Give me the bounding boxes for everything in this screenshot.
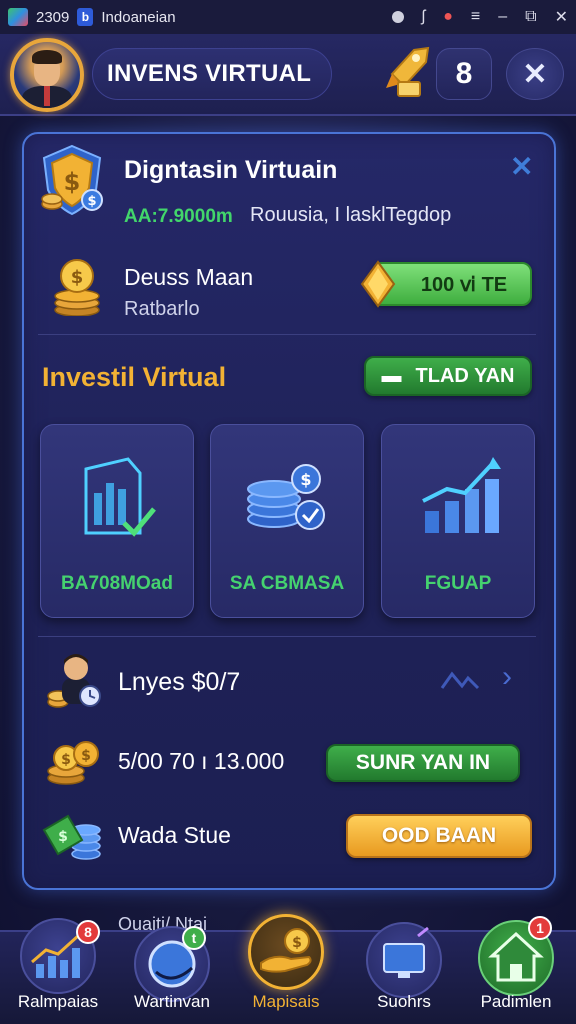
panel-close-button[interactable]: ✕ — [510, 150, 533, 183]
tile-label: SA CBMASA — [229, 573, 345, 594]
app-header: INVENS VIRTUAL 8 ✕ — [0, 34, 576, 116]
gem-icon — [360, 260, 396, 308]
menu-icon[interactable]: ≡ — [471, 8, 480, 26]
status-time: 2309 — [36, 8, 70, 26]
svg-text:$: $ — [292, 935, 302, 951]
money-hand-icon: $ — [260, 928, 312, 973]
nav-label: Padimlen — [480, 992, 552, 1011]
balance-button-label: 100 ⅵ TE — [420, 273, 508, 296]
gold-coins-icon: $ $ — [47, 741, 99, 785]
list-row-label: Lnyes $0/7 — [118, 668, 241, 696]
signal-icon: ʃ — [421, 8, 426, 25]
avatar-hair — [32, 50, 62, 64]
status-bar: 2309 b Indoaneian ʃ ● ≡ – ⧉ ✕ — [0, 0, 576, 34]
close-icon[interactable]: ✕ — [555, 7, 568, 27]
section-button[interactable]: ▬ TLAD YAN — [364, 356, 532, 396]
tile-portfolio[interactable]: BA708MOad — [40, 424, 194, 618]
svg-text:$: $ — [64, 168, 81, 196]
avatar-tie — [44, 86, 50, 106]
tile-growth[interactable]: FGUAP — [381, 424, 535, 618]
tile-savings[interactable]: $ SA CBMASA — [210, 424, 364, 618]
card-description: Rouusia, I lasklTegdop — [250, 204, 452, 226]
cash-stack-icon: $ — [42, 814, 101, 860]
app-logo-icon — [8, 8, 28, 26]
nav-monitor-button[interactable] — [366, 922, 442, 998]
count-button[interactable]: 8 — [436, 48, 492, 100]
nav-label: Mapisais — [252, 992, 320, 1011]
investor-avatar-icon — [47, 654, 101, 708]
window-icon[interactable]: ⧉ — [525, 8, 536, 26]
list-row-button[interactable]: OOD BAAN — [346, 814, 532, 858]
header-close-button[interactable]: ✕ — [506, 48, 564, 100]
nav-label: Wartinvan — [134, 992, 210, 1011]
card-amount: AA:7.9000m — [124, 206, 233, 227]
document-chart-icon — [84, 457, 156, 537]
nav-main-button[interactable]: $ — [248, 914, 324, 990]
divider — [38, 636, 536, 637]
list-row-button[interactable]: SUNR YAN IN — [326, 744, 520, 782]
shield-coin-icon: $ $ — [41, 144, 103, 216]
trend-line-icon — [440, 671, 480, 690]
settings-icon[interactable] — [391, 11, 404, 23]
page-title: INVENS VIRTUAL — [92, 48, 332, 100]
nav-badge: t — [182, 926, 206, 950]
coins-check-icon: $ — [247, 464, 325, 530]
svg-text:$: $ — [87, 194, 96, 209]
browser-icon: b — [77, 8, 94, 26]
card-title: Digntasin Virtuain — [124, 156, 338, 184]
nav-label: Ralmpaias — [17, 992, 99, 1011]
growth-chart-icon — [422, 457, 501, 533]
balance-sub: Ratbarlo — [124, 298, 200, 320]
avatar[interactable] — [10, 38, 84, 112]
arrow-right-icon: ▬ — [381, 364, 402, 387]
tile-label: BA708MOad — [61, 573, 173, 594]
monitor-icon — [383, 926, 429, 978]
svg-text:$: $ — [58, 829, 68, 845]
tile-label: FGUAP — [424, 573, 492, 594]
notification-icon[interactable]: ● — [443, 8, 453, 26]
rocket-icon[interactable] — [384, 44, 434, 100]
minimize-icon[interactable]: – — [498, 8, 507, 26]
list-row-label: Wada Stue — [118, 822, 231, 848]
chevron-right-icon[interactable]: › — [502, 660, 512, 694]
svg-text:$: $ — [300, 470, 311, 489]
section-title: Investil Virtual — [42, 362, 227, 392]
nav-badge: 1 — [528, 916, 552, 940]
svg-text:$: $ — [81, 748, 91, 764]
nav-label: Suohrs — [377, 992, 431, 1011]
section-button-label: TLAD YAN — [415, 364, 515, 387]
balance-label: Deuss Maan — [124, 264, 254, 290]
svg-text:$: $ — [71, 267, 84, 288]
status-app-name: Indoaneian — [101, 8, 176, 26]
list-row-label: 5/00 70 ı 13.000 — [118, 748, 285, 774]
svg-text:$: $ — [61, 752, 71, 768]
balance-button[interactable]: 100 ⅵ TE — [372, 262, 532, 306]
nav-badge: 8 — [76, 920, 100, 944]
divider — [38, 334, 536, 335]
coin-stack-icon: $ — [54, 259, 100, 316]
